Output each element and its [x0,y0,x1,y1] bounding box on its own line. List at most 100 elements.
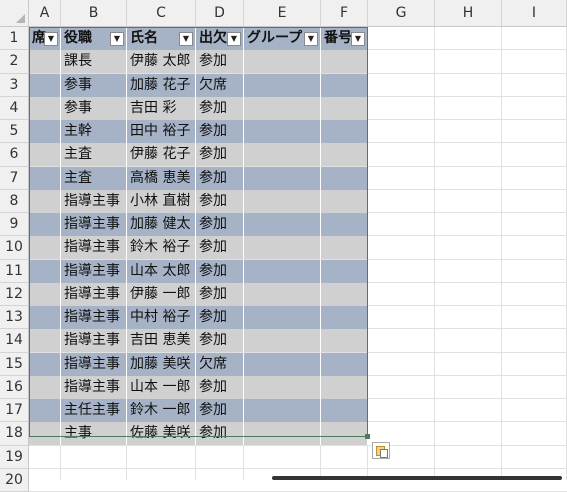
table-cell[interactable] [321,375,368,399]
row-header-6[interactable]: 6 [0,143,29,167]
column-header-f[interactable]: F [321,0,368,27]
table-cell[interactable]: 欠席 [196,352,244,376]
table-resize-handle[interactable] [365,434,370,439]
header-cell-6[interactable]: 番号 ▼ [321,27,368,50]
table-cell[interactable] [29,73,61,97]
table-cell[interactable] [321,306,368,329]
table-cell[interactable]: 参加 [196,236,244,260]
table-cell[interactable]: 鈴木 一郎 [127,399,196,422]
table-cell[interactable] [244,352,321,376]
table-cell[interactable]: 田中 裕子 [127,120,196,143]
row-header-13[interactable]: 13 [0,306,29,330]
select-all-corner[interactable] [0,0,29,27]
table-cell[interactable] [321,422,368,446]
table-cell[interactable] [244,259,321,283]
table-cell[interactable]: 参加 [196,329,244,353]
filter-dropdown-icon[interactable]: ▼ [304,32,318,46]
paste-options-icon[interactable] [372,442,390,459]
table-cell[interactable] [29,120,61,143]
table-cell[interactable] [244,375,321,399]
table-cell[interactable] [321,282,368,306]
table-cell[interactable] [29,50,61,74]
row-header-7[interactable]: 7 [0,166,29,190]
table-cell[interactable] [321,120,368,143]
table-cell[interactable]: 吉田 彩 [127,96,196,120]
table-cell[interactable]: 指導主事 [61,352,127,376]
column-header-c[interactable]: C [127,0,196,27]
header-cell-3[interactable]: 氏名 ▼ [127,27,196,50]
column-header-a[interactable]: A [29,0,61,27]
table-cell[interactable]: 参加 [196,50,244,74]
table-cell[interactable]: 参加 [196,213,244,236]
table-cell[interactable] [29,282,61,306]
table-cell[interactable] [321,399,368,422]
table-cell[interactable] [29,259,61,283]
table-cell[interactable] [321,329,368,353]
table-cell[interactable] [244,422,321,446]
table-cell[interactable] [29,143,61,167]
table-cell[interactable] [321,166,368,190]
column-header-d[interactable]: D [196,0,244,27]
table-cell[interactable]: 参加 [196,96,244,120]
table-cell[interactable]: 加藤 花子 [127,73,196,97]
table-cell[interactable]: 鈴木 裕子 [127,236,196,260]
filter-dropdown-icon[interactable]: ▼ [110,32,124,46]
horizontal-scrollbar[interactable] [272,476,562,480]
table-cell[interactable]: 吉田 恵美 [127,329,196,353]
column-header-i[interactable]: I [502,0,567,27]
table-cell[interactable] [244,73,321,97]
table-cell[interactable] [321,352,368,376]
table-cell[interactable] [29,352,61,376]
filter-dropdown-icon[interactable]: ▼ [179,32,193,46]
table-cell[interactable]: 主査 [61,143,127,167]
filter-dropdown-icon[interactable]: ▼ [351,32,365,46]
table-cell[interactable]: 参事 [61,96,127,120]
column-header-b[interactable]: B [61,0,127,27]
table-cell[interactable] [244,329,321,353]
table-cell[interactable]: 小林 直樹 [127,189,196,213]
table-cell[interactable]: 参加 [196,166,244,190]
filter-dropdown-icon[interactable]: ▼ [44,32,58,46]
row-header-18[interactable]: 18 [0,422,29,446]
table-cell[interactable]: 伊藤 一郎 [127,282,196,306]
row-header-16[interactable]: 16 [0,375,29,399]
table-cell[interactable] [29,422,61,446]
table-cell[interactable]: 主幹 [61,120,127,143]
table-cell[interactable] [29,96,61,120]
table-cell[interactable]: 主査 [61,166,127,190]
table-cell[interactable] [244,282,321,306]
table-cell[interactable] [321,96,368,120]
table-cell[interactable] [244,166,321,190]
table-cell[interactable]: 山本 一郎 [127,375,196,399]
row-header-3[interactable]: 3 [0,73,29,97]
table-cell[interactable]: 欠席 [196,73,244,97]
row-header-17[interactable]: 17 [0,399,29,423]
header-cell-2[interactable]: 役職 ▼ [61,27,127,50]
table-cell[interactable]: 参加 [196,259,244,283]
column-header-e[interactable]: E [244,0,321,27]
table-cell[interactable] [321,73,368,97]
header-cell-4[interactable]: 出欠 ▼ [196,27,244,50]
table-cell[interactable] [244,399,321,422]
table-cell[interactable]: 指導主事 [61,189,127,213]
header-cell-5[interactable]: グループ ▼ [244,27,321,50]
table-cell[interactable] [321,189,368,213]
row-header-8[interactable]: 8 [0,189,29,213]
table-cell[interactable]: 指導主事 [61,282,127,306]
table-cell[interactable]: 伊藤 太郎 [127,50,196,74]
header-cell-1[interactable]: 席 ▼ [29,27,61,50]
table-cell[interactable] [244,50,321,74]
table-cell[interactable]: 伊藤 花子 [127,143,196,167]
table-cell[interactable] [29,306,61,329]
table-cell[interactable] [29,166,61,190]
table-cell[interactable]: 参加 [196,143,244,167]
table-cell[interactable] [29,375,61,399]
row-header-20[interactable]: 20 [0,468,29,492]
row-header-9[interactable]: 9 [0,213,29,237]
table-cell[interactable]: 中村 裕子 [127,306,196,329]
table-cell[interactable]: 指導主事 [61,375,127,399]
table-cell[interactable] [29,399,61,422]
row-header-15[interactable]: 15 [0,352,29,376]
row-header-19[interactable]: 19 [0,445,29,469]
filter-dropdown-icon[interactable]: ▼ [227,32,241,46]
